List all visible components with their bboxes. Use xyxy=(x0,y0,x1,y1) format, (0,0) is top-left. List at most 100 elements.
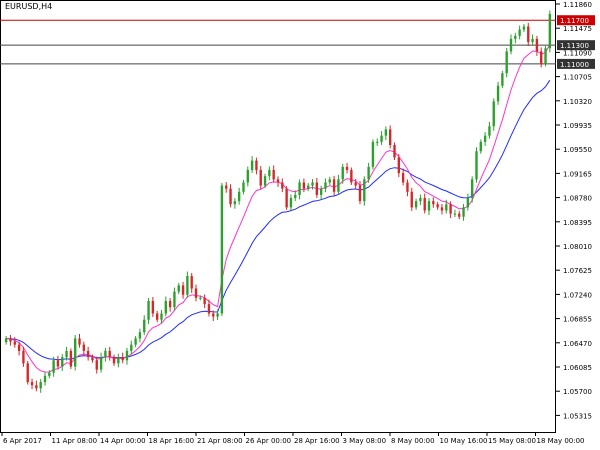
price-tick-label: 1.09550 xyxy=(563,146,592,154)
candle-body xyxy=(233,201,237,205)
candle-body xyxy=(190,276,193,289)
candle-body xyxy=(281,182,284,189)
candle-body xyxy=(389,129,392,146)
price-tick-label: 1.07240 xyxy=(563,291,592,299)
candle-body xyxy=(319,188,323,195)
candle-body xyxy=(458,213,461,217)
candle-body xyxy=(130,344,133,351)
price-tags: 1.11700 1.11300 1.11000 xyxy=(557,15,595,69)
candle-body xyxy=(436,204,439,208)
candle-body xyxy=(147,300,150,320)
time-tick-label: 11 Apr 08:00 xyxy=(52,437,98,445)
candle-body xyxy=(69,350,73,367)
price-tick-label: 1.10705 xyxy=(563,74,592,82)
candle-body xyxy=(496,85,500,102)
candle-body xyxy=(544,48,547,64)
price-tick-label: 1.11090 xyxy=(563,49,592,57)
time-tick-label: 6 Apr 2017 xyxy=(3,437,42,445)
price-tick-label: 1.08780 xyxy=(563,195,592,203)
candle-body xyxy=(117,357,120,364)
price-tick-label: 1.06085 xyxy=(563,364,592,372)
candle-body xyxy=(376,141,379,143)
candle-body xyxy=(82,344,86,351)
candle-body xyxy=(488,126,491,136)
candle-body xyxy=(380,135,383,142)
time-tick-label: 26 Apr 00:00 xyxy=(246,437,292,445)
price-tick-label: 1.10320 xyxy=(563,98,592,106)
candle-body xyxy=(229,188,232,205)
candle-body xyxy=(298,182,301,195)
chart-frame xyxy=(0,0,556,433)
time-tick-label: 10 May 16:00 xyxy=(440,437,488,445)
chart-window[interactable]: 1.11860 1.11475 1.11090 1.10705 1.10320 1.099… xyxy=(0,0,600,450)
horizontal-lines xyxy=(0,19,556,65)
candle-body xyxy=(548,13,552,49)
candle-body xyxy=(203,297,206,305)
candle-body xyxy=(527,26,530,43)
candle-body xyxy=(212,313,215,317)
time-tick-label: 28 Apr 16:00 xyxy=(294,437,340,445)
candles xyxy=(4,10,552,393)
candle-body xyxy=(350,169,353,183)
time-tick-label: 15 May 08:00 xyxy=(488,437,536,445)
slow-moving-average-line xyxy=(6,79,551,361)
candle-body xyxy=(173,291,176,308)
candle-body xyxy=(43,375,47,383)
candle-body xyxy=(250,160,254,170)
candle-body xyxy=(220,185,224,314)
price-tick-label: 1.11860 xyxy=(563,1,592,9)
candle-body xyxy=(108,350,111,358)
time-tick-label: 18 May 00:00 xyxy=(537,437,585,445)
candle-body xyxy=(423,198,426,211)
candle-body xyxy=(505,51,508,74)
price-tick-label: 1.09165 xyxy=(563,170,592,178)
candle-body xyxy=(384,129,388,136)
candle-body xyxy=(17,344,21,351)
candle-body xyxy=(52,360,55,373)
candle-body xyxy=(237,191,241,202)
candle-body xyxy=(522,26,526,30)
candle-body xyxy=(332,179,336,192)
candle-body xyxy=(397,157,401,174)
price-tick-label: 1.06470 xyxy=(563,340,592,348)
candle-body xyxy=(86,350,90,358)
candle-body xyxy=(30,382,34,386)
candle-body xyxy=(483,135,487,142)
candle-body xyxy=(78,338,81,345)
price-chart[interactable]: 1.11860 1.11475 1.11090 1.10705 1.10320 1.099… xyxy=(0,0,600,450)
price-tick-label: 1.07625 xyxy=(563,267,592,275)
candle-body xyxy=(509,38,513,52)
candle-body xyxy=(406,182,409,192)
candle-body xyxy=(242,182,245,192)
price-tick-label: 1.05315 xyxy=(563,412,592,420)
time-tick-label: 3 May 08:00 xyxy=(343,437,387,445)
time-tick-label: 14 Apr 00:00 xyxy=(100,437,146,445)
candle-body xyxy=(160,313,163,320)
price-tick-label: 1.08010 xyxy=(563,243,592,251)
candle-body xyxy=(112,357,116,364)
candle-body xyxy=(540,51,543,64)
candle-body xyxy=(255,160,258,170)
candle-body xyxy=(259,169,262,186)
candle-body xyxy=(337,179,340,192)
candle-body xyxy=(302,182,306,189)
candle-body xyxy=(143,319,146,333)
candle-body xyxy=(272,169,275,180)
time-tick-label: 8 May 00:00 xyxy=(391,437,435,445)
candle-body xyxy=(65,350,68,358)
candle-body xyxy=(13,341,16,345)
price-tag-label: 1.11000 xyxy=(560,61,589,69)
candle-body xyxy=(328,179,331,183)
candle-body xyxy=(427,201,431,211)
candle-body xyxy=(134,338,137,345)
candle-body xyxy=(401,173,405,183)
candle-body xyxy=(246,169,249,183)
candle-body xyxy=(164,300,167,314)
candle-body xyxy=(74,338,77,367)
candle-body xyxy=(345,166,349,170)
candle-body xyxy=(475,151,478,180)
candle-body xyxy=(440,207,444,211)
candle-body xyxy=(470,179,474,199)
time-tick-label: 18 Apr 16:00 xyxy=(149,437,195,445)
candle-body xyxy=(194,288,198,298)
